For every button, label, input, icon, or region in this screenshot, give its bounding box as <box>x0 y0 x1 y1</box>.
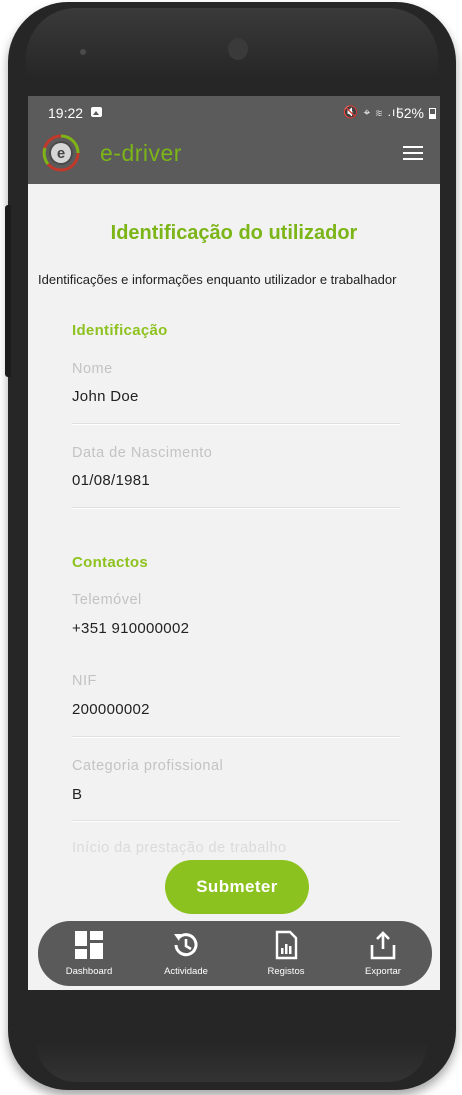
section-contactos-title: Contactos <box>72 554 149 571</box>
image-notification-icon <box>91 107 102 117</box>
page-subtitle: Identificações e informações enquanto ut… <box>38 272 397 287</box>
report-icon <box>246 929 326 961</box>
status-bar: 19:22 🔇 ⌖ ≋ .ıl 52% <box>28 96 440 130</box>
dashboard-icon <box>49 929 129 961</box>
categoria-underline <box>72 820 400 822</box>
nav-dashboard[interactable]: Dashboard <box>49 921 129 986</box>
nome-label: Nome <box>72 361 113 377</box>
nav-registos[interactable]: Registos <box>246 921 326 986</box>
nav-registos-label: Registos <box>267 966 305 977</box>
app-brand-name: e-driver <box>100 140 182 166</box>
nav-exportar[interactable]: Exportar <box>343 921 423 986</box>
e-driver-logo-icon: e <box>42 134 80 172</box>
nif-field[interactable]: 200000002 <box>72 701 150 718</box>
phone-bottom-bezel <box>36 1042 428 1082</box>
nif-label: NIF <box>72 673 97 689</box>
share-icon <box>343 929 423 961</box>
status-icons: 🔇 ⌖ ≋ .ıl <box>343 105 400 119</box>
data-nascimento-label: Data de Nascimento <box>72 445 213 461</box>
data-nascimento-field[interactable]: 01/08/1981 <box>72 472 150 489</box>
hamburger-menu-icon[interactable] <box>403 146 423 161</box>
nif-underline <box>72 736 400 738</box>
bottom-navigation: Dashboard Actividade Registos Exportar <box>38 921 432 986</box>
inicio-prestacao-label: Início da prestação de trabalho <box>72 840 287 856</box>
categoria-field[interactable]: B <box>72 786 82 803</box>
phone-side-button <box>5 205 11 377</box>
nav-exportar-label: Exportar <box>365 966 401 977</box>
battery-icon <box>429 108 436 119</box>
svg-text:e: e <box>57 145 65 162</box>
section-identificacao-title: Identificação <box>72 322 168 339</box>
page-title: Identificação do utilizador <box>110 222 358 244</box>
status-time: 19:22 <box>48 105 84 121</box>
front-camera <box>228 38 248 60</box>
data-nascimento-underline <box>72 507 400 509</box>
app-screen: 19:22 🔇 ⌖ ≋ .ıl 52% e e-driver Identific… <box>28 96 440 990</box>
nav-actividade-label: Actividade <box>164 966 208 977</box>
battery-percent: 52% <box>395 105 424 121</box>
nav-actividade[interactable]: Actividade <box>146 921 226 986</box>
history-icon <box>146 929 226 961</box>
telemovel-field[interactable]: +351 910000002 <box>72 620 189 637</box>
submit-button[interactable]: Submeter <box>165 860 309 914</box>
nav-dashboard-label: Dashboard <box>65 966 113 977</box>
nome-field[interactable]: John Doe <box>72 388 139 405</box>
categoria-label: Categoria profissional <box>72 758 224 774</box>
app-header: 19:22 🔇 ⌖ ≋ .ıl 52% e e-driver <box>28 96 440 184</box>
phone-sensor <box>80 49 86 55</box>
nome-underline <box>72 423 400 425</box>
telemovel-label: Telemóvel <box>72 592 142 608</box>
